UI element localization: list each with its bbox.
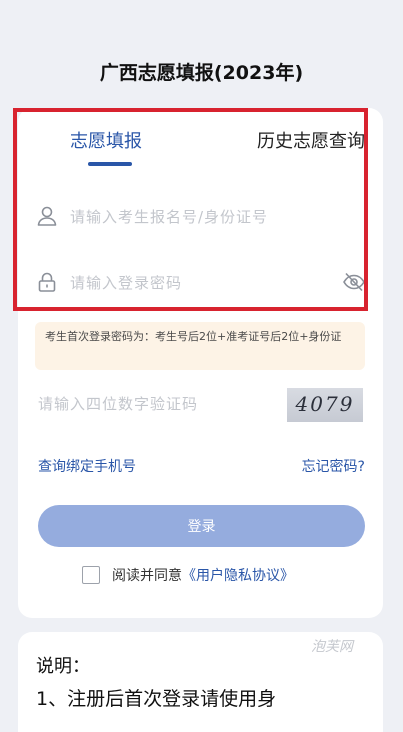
watermark: 泡芙网 — [311, 639, 353, 655]
explanation-line-1: 1、注册后首次登录请使用身 — [36, 688, 277, 710]
agree-text: 阅读并同意 — [112, 568, 182, 584]
tab-volunteer-fill[interactable]: 志愿填报 — [70, 126, 142, 158]
lock-icon — [38, 272, 56, 292]
page-title: 广西志愿填报(2023年) — [99, 62, 304, 84]
explanation-title: 说明： — [36, 656, 90, 677]
captcha-code: 4079 — [295, 392, 355, 416]
password-notice: 考生首次登录密码为：考生号后2位+准考证号后2位+身份证 — [35, 322, 365, 370]
captcha-image[interactable]: 4079 — [287, 388, 363, 422]
forgot-password-link[interactable]: 忘记密码? — [302, 456, 365, 476]
account-input-placeholder: 请输入考生报名号/身份证号 — [70, 207, 269, 226]
login-button[interactable]: 登录 — [38, 505, 365, 547]
tab-history-query[interactable]: 历史志愿查询 — [257, 126, 365, 158]
bind-phone-link[interactable]: 查询绑定手机号 — [38, 456, 136, 476]
agree-checkbox[interactable] — [82, 566, 100, 584]
privacy-policy-link[interactable]: 《用户隐私协议》 — [182, 565, 294, 585]
tab-bar: 志愿填报 历史志愿查询 — [18, 126, 383, 166]
privacy-agreement: 阅读并同意 《用户隐私协议》 — [82, 565, 294, 585]
user-icon — [37, 206, 57, 226]
eye-off-icon[interactable] — [342, 271, 366, 293]
password-field[interactable]: 请输入登录密码 — [36, 264, 366, 300]
active-tab-indicator — [88, 162, 132, 166]
account-field[interactable]: 请输入考生报名号/身份证号 — [36, 198, 366, 234]
captcha-input[interactable]: 请输入四位数字验证码 — [38, 393, 198, 414]
password-input-placeholder: 请输入登录密码 — [70, 273, 183, 292]
